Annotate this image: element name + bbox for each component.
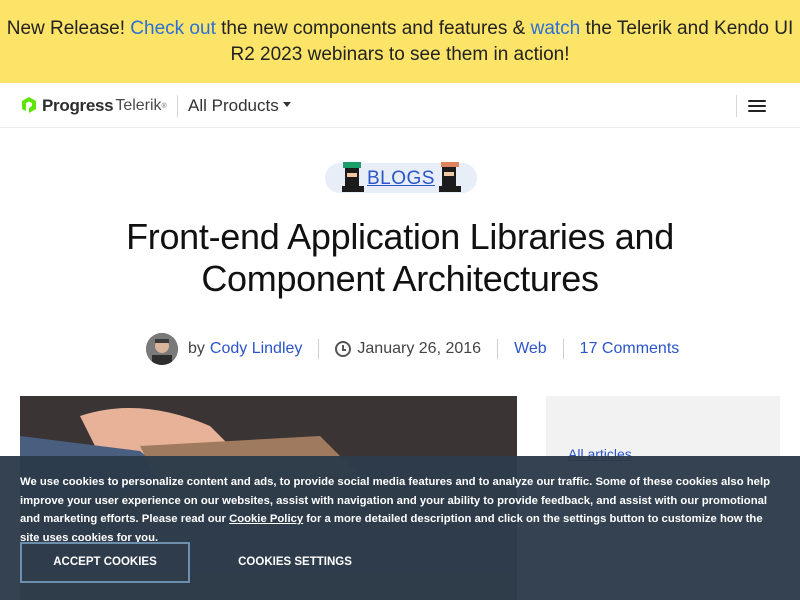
- all-products-label: All Products: [188, 96, 279, 115]
- banner-text-2: the new components and features &: [215, 18, 531, 39]
- banner-text-1: New Release!: [6, 18, 131, 39]
- caret-down-icon: [282, 102, 291, 108]
- meta-divider: [318, 339, 320, 359]
- cookie-text: We use cookies to personalize content an…: [20, 473, 780, 547]
- all-products-dropdown[interactable]: All Products: [188, 95, 291, 117]
- ninja-left-icon: [342, 162, 364, 192]
- hamburger-menu-icon[interactable]: [748, 100, 766, 114]
- progress-telerik-logo[interactable]: Progress Telerik ®: [20, 95, 167, 117]
- trademark-mark: ®: [161, 102, 167, 110]
- nav-divider: [177, 95, 178, 117]
- cookie-consent-banner: We use cookies to personalize content an…: [0, 456, 800, 600]
- announcement-banner: New Release! Check out the new component…: [0, 0, 800, 83]
- author-avatar: [146, 333, 178, 365]
- blogs-badge[interactable]: BLOGS: [325, 160, 477, 196]
- category-link[interactable]: Web: [514, 340, 547, 358]
- author-photo-icon: [146, 333, 178, 365]
- by-label: by: [188, 340, 205, 357]
- clock-icon: [335, 341, 352, 357]
- ninja-right-icon: [439, 162, 461, 192]
- meta-divider: [562, 339, 564, 359]
- meta-divider: [497, 339, 499, 359]
- article-title: Front-end Application Libraries and Comp…: [126, 216, 674, 299]
- cookie-policy-link[interactable]: Cookie Policy: [229, 513, 303, 525]
- author-link[interactable]: Cody Lindley: [210, 340, 303, 358]
- nav-divider-right: [736, 95, 737, 117]
- logo-telerik-text: Telerik: [115, 97, 162, 114]
- watch-link[interactable]: watch: [531, 18, 581, 39]
- comments-link[interactable]: 17 Comments: [580, 340, 680, 358]
- top-nav: Progress Telerik ® All Products: [0, 83, 800, 128]
- article-meta: by Cody Lindley January 26, 2016 Web 17 …: [146, 333, 679, 365]
- blogs-label[interactable]: BLOGS: [367, 168, 435, 190]
- article-date: January 26, 2016: [357, 340, 482, 357]
- logo-progress-text: Progress: [42, 96, 114, 115]
- accept-cookies-button[interactable]: ACCEPT COOKIES: [20, 542, 190, 583]
- cookies-settings-button[interactable]: COOKIES SETTINGS: [210, 542, 380, 583]
- progress-logo-icon: [22, 97, 36, 113]
- check-out-link[interactable]: Check out: [130, 18, 216, 39]
